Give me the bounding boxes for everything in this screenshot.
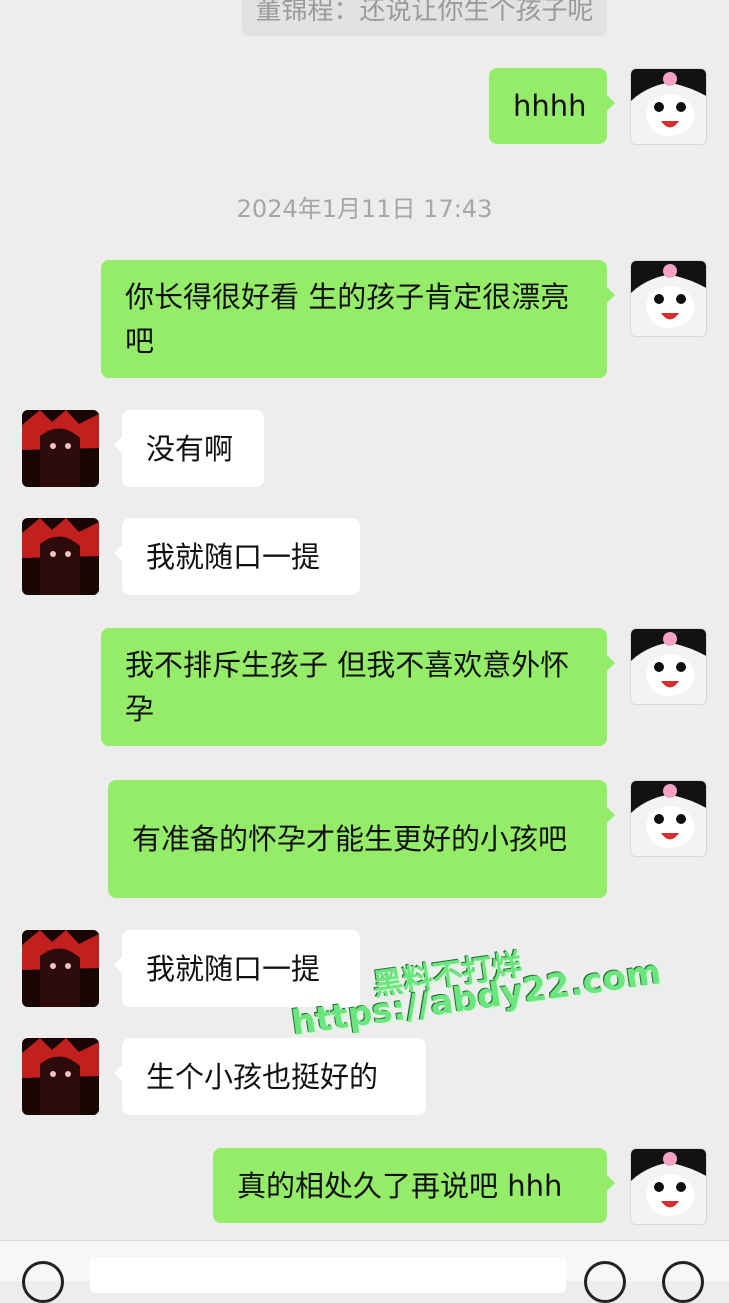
message-timestamp: 2024年1月11日 17:43 [236, 195, 493, 223]
anime-avatar-icon [22, 518, 99, 595]
message-bubble-self[interactable]: hhhh [489, 68, 615, 144]
cartoon-avatar-icon [631, 69, 706, 144]
message-bubble-contact[interactable]: 生个小孩也挺好的 [114, 1038, 426, 1115]
self-avatar[interactable] [630, 628, 707, 705]
anime-avatar-icon [22, 930, 99, 1007]
message-bubble-contact[interactable]: 没有啊 [114, 410, 264, 487]
cartoon-avatar-icon [631, 781, 706, 856]
emoji-icon[interactable] [584, 1261, 626, 1303]
message-bubble-self[interactable]: 真的相处久了再说吧 hhh [213, 1148, 615, 1223]
self-avatar[interactable] [630, 1148, 707, 1225]
plus-icon[interactable] [662, 1261, 704, 1303]
self-avatar[interactable] [630, 780, 707, 857]
message-bubble-contact[interactable]: 我就随口一提 [114, 518, 360, 595]
message-bubble-self[interactable]: 你长得很好看 生的孩子肯定很漂亮吧 [101, 260, 615, 378]
cartoon-avatar-icon [631, 629, 706, 704]
contact-avatar[interactable] [22, 518, 99, 595]
contact-avatar[interactable] [22, 930, 99, 1007]
message-input[interactable] [90, 1257, 566, 1293]
self-avatar[interactable] [630, 260, 707, 337]
quoted-message-preview[interactable]: 董锦程：还说让你生个孩子呢 [242, 0, 607, 36]
cartoon-avatar-icon [631, 1149, 706, 1224]
anime-avatar-icon [22, 410, 99, 487]
chat-input-bar [0, 1240, 729, 1303]
self-avatar[interactable] [630, 68, 707, 145]
cartoon-avatar-icon [631, 261, 706, 336]
message-bubble-contact[interactable]: 我就随口一提 [114, 930, 360, 1007]
contact-avatar[interactable] [22, 410, 99, 487]
message-bubble-self[interactable]: 有准备的怀孕才能生更好的小孩吧 [108, 780, 615, 898]
quoted-message-text: 董锦程：还说让你生个孩子呢 [255, 0, 594, 26]
contact-avatar[interactable] [22, 1038, 99, 1115]
voice-icon[interactable] [22, 1261, 64, 1303]
message-bubble-self[interactable]: 我不排斥生孩子 但我不喜欢意外怀孕 [101, 628, 615, 746]
anime-avatar-icon [22, 1038, 99, 1115]
